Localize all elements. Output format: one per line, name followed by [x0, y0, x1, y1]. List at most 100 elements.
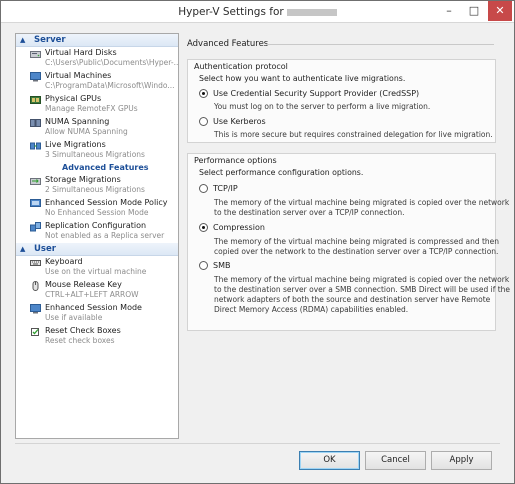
kerberos-description: This is more secure but requires constra… — [214, 130, 493, 140]
virtual-machine-icon — [30, 72, 41, 82]
sidebar-item-numa-spanning[interactable]: NUMA Spanning Allow NUMA Spanning — [16, 116, 178, 139]
sidebar-item-virtual-machines[interactable]: Virtual Machines C:\ProgramData\Microsof… — [16, 70, 178, 93]
sidebar-item-label: Enhanced Session Mode Policy — [45, 198, 168, 207]
sidebar-item-label: Live Migrations — [45, 140, 106, 149]
sidebar-item-detail: No Enhanced Session Mode — [45, 208, 149, 217]
redacted-server-name — [286, 8, 337, 16]
sidebar-item-detail: Use if available — [45, 313, 103, 322]
kerberos-option[interactable]: Use Kerberos — [199, 117, 266, 126]
sidebar-item-detail: CTRL+ALT+LEFT ARROW — [45, 290, 139, 299]
cancel-button[interactable]: Cancel — [365, 451, 426, 470]
gpu-icon — [30, 96, 41, 104]
smb-radio[interactable] — [199, 261, 208, 270]
credssp-radio[interactable] — [199, 89, 208, 98]
description-line: The memory of the virtual machine being … — [214, 237, 500, 246]
sidebar-item-live-migrations[interactable]: Live Migrations 3 Simultaneous Migration… — [16, 139, 178, 162]
description-line: to the destination server over a TCP/IP … — [214, 208, 405, 217]
compression-description: The memory of the virtual machine being … — [214, 237, 500, 257]
sidebar-item-detail: Not enabled as a Replica server — [45, 231, 165, 240]
sidebar-item-label: Virtual Machines — [45, 71, 112, 80]
sidebar-item-physical-gpus[interactable]: Physical GPUs Manage RemoteFX GPUs — [16, 93, 178, 116]
credssp-description: You must log on to the server to perform… — [214, 102, 492, 112]
compression-option[interactable]: Compression — [199, 223, 265, 232]
description-line: You must log on to the server to perform… — [214, 102, 431, 111]
page-title: Advanced Features — [187, 39, 269, 49]
sidebar-item-label: Virtual Hard Disks — [45, 48, 117, 57]
settings-content-pane: Advanced Features Authentication protoco… — [181, 33, 511, 439]
section-header-user[interactable]: ▲ User — [16, 243, 178, 256]
sidebar-item-detail: Use on the virtual machine — [45, 267, 147, 276]
radio-label: Compression — [213, 223, 265, 232]
chevron-up-icon: ▲ — [20, 245, 26, 253]
radio-label: SMB — [213, 261, 231, 270]
sidebar-item-detail: C:\ProgramData\Microsoft\Windo... — [45, 81, 175, 90]
sidebar-item-advanced-features[interactable]: Advanced Features — [16, 162, 178, 174]
ok-button[interactable]: OK — [299, 451, 360, 470]
smb-option[interactable]: SMB — [199, 261, 230, 270]
sidebar-item-label: NUMA Spanning — [45, 117, 110, 126]
sidebar-item-enhanced-session-mode[interactable]: Enhanced Session Mode Use if available — [16, 302, 178, 325]
sidebar-item-label: Replication Configuration — [45, 221, 147, 230]
sidebar-item-replication-configuration[interactable]: Replication Configuration Not enabled as… — [16, 220, 178, 243]
chevron-up-icon: ▲ — [20, 36, 26, 44]
sidebar-item-keyboard[interactable]: Keyboard Use on the virtual machine — [16, 256, 178, 279]
group-prompt: Select performance configuration options… — [199, 168, 364, 177]
window-title-text: Hyper-V Settings for — [178, 6, 284, 18]
replication-icon — [30, 222, 41, 232]
sidebar-item-virtual-hard-disks[interactable]: Virtual Hard Disks C:\Users\Public\Docum… — [16, 47, 178, 70]
sidebar-item-label: Advanced Features — [62, 163, 149, 172]
sidebar-item-detail: C:\Users\Public\Documents\Hyper-... — [45, 58, 179, 67]
description-line: This is more secure but requires constra… — [214, 130, 493, 139]
authentication-protocol-group: Authentication protocol Select how you w… — [187, 59, 496, 143]
sidebar-item-detail: Manage RemoteFX GPUs — [45, 104, 138, 113]
section-label: User — [34, 244, 56, 254]
sidebar-item-detail: Allow NUMA Spanning — [45, 127, 128, 136]
keyboard-icon — [30, 260, 41, 266]
hyperv-settings-window: Hyper-V Settings for – □ ✕ ▲ Server Virt… — [0, 0, 515, 484]
maximize-button[interactable]: □ — [461, 1, 487, 21]
sidebar-item-reset-check-boxes[interactable]: Reset Check Boxes Reset check boxes — [16, 325, 178, 348]
settings-navigation-pane: ▲ Server Virtual Hard Disks C:\Users\Pub… — [15, 33, 179, 439]
sidebar-item-label: Physical GPUs — [45, 94, 102, 103]
section-label: Server — [34, 35, 66, 45]
tcpip-option[interactable]: TCP/IP — [199, 184, 238, 193]
footer-divider — [15, 443, 500, 444]
sidebar-item-detail: 2 Simultaneous Migrations — [45, 185, 145, 194]
live-migration-icon — [30, 142, 41, 150]
minimize-button[interactable]: – — [436, 1, 462, 21]
sidebar-item-mouse-release-key[interactable]: Mouse Release Key CTRL+ALT+LEFT ARROW — [16, 279, 178, 302]
radio-label: Use Kerberos — [213, 117, 266, 126]
section-header-server[interactable]: ▲ Server — [16, 34, 178, 47]
radio-label: TCP/IP — [213, 184, 238, 193]
close-button[interactable]: ✕ — [488, 1, 512, 21]
radio-label: Use Credential Security Support Provider… — [213, 89, 420, 98]
tcpip-description: The memory of the virtual machine being … — [214, 198, 510, 218]
sidebar-item-enhanced-session-mode-policy[interactable]: Enhanced Session Mode Policy No Enhanced… — [16, 197, 178, 220]
group-prompt: Select how you want to authenticate live… — [199, 74, 406, 83]
sidebar-item-detail: Reset check boxes — [45, 336, 115, 345]
description-line: The memory of the virtual machine being … — [214, 198, 510, 207]
compression-radio[interactable] — [199, 223, 208, 232]
sidebar-item-label: Enhanced Session Mode — [45, 303, 142, 312]
credssp-option[interactable]: Use Credential Security Support Provider… — [199, 89, 419, 98]
description-line: to the destination server over a SMB con… — [214, 285, 511, 294]
numa-icon — [30, 119, 41, 127]
description-line: network adapters of both the source and … — [214, 295, 491, 304]
sidebar-item-label: Keyboard — [45, 257, 83, 266]
sidebar-item-storage-migrations[interactable]: Storage Migrations 2 Simultaneous Migrat… — [16, 174, 178, 197]
kerberos-radio[interactable] — [199, 117, 208, 126]
hard-disk-icon — [30, 51, 41, 58]
mouse-icon — [32, 281, 39, 291]
tcpip-radio[interactable] — [199, 184, 208, 193]
header-divider — [267, 44, 494, 45]
apply-button[interactable]: Apply — [431, 451, 492, 470]
sidebar-item-label: Storage Migrations — [45, 175, 121, 184]
smb-description: The memory of the virtual machine being … — [214, 275, 511, 315]
title-bar[interactable]: Hyper-V Settings for – □ ✕ — [1, 1, 514, 23]
checkbox-icon — [31, 328, 39, 336]
group-title: Authentication protocol — [194, 62, 288, 71]
sidebar-item-label: Mouse Release Key — [45, 280, 122, 289]
performance-options-group: Performance options Select performance c… — [187, 153, 511, 331]
sidebar-item-label: Reset Check Boxes — [45, 326, 121, 335]
storage-migration-icon — [30, 178, 41, 185]
